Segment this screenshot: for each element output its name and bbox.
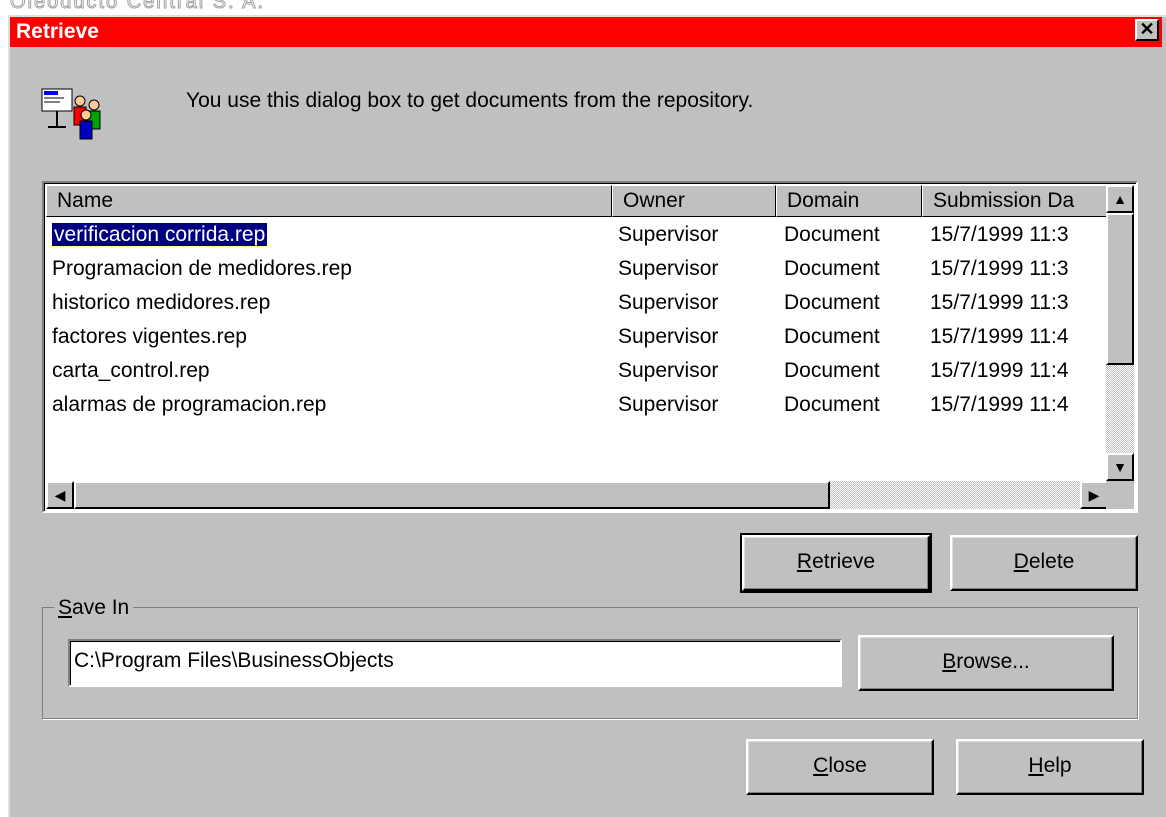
table-row[interactable]: historico medidores.rep Supervisor Docum… (46, 289, 1108, 322)
close-icon: ✕ (1139, 19, 1155, 39)
cell-name: historico medidores.rep (52, 291, 271, 314)
vertical-scrollbar[interactable]: ▲ ▼ (1106, 185, 1134, 481)
dialog-description: You use this dialog box to get documents… (186, 89, 754, 112)
cell-owner: Supervisor (618, 393, 719, 416)
help-label: elp (1043, 754, 1072, 777)
cell-domain: Document (784, 257, 880, 280)
scroll-down-button[interactable]: ▼ (1106, 453, 1134, 481)
column-header-name[interactable]: Name (46, 185, 612, 217)
browse-button[interactable]: Browse... (858, 635, 1114, 691)
cell-owner: Supervisor (618, 223, 719, 246)
cell-domain: Document (784, 359, 880, 382)
column-header-label: Domain (787, 189, 860, 212)
repository-users-icon (41, 88, 101, 140)
vertical-scroll-thumb[interactable] (1106, 213, 1134, 365)
close-label: lose (828, 754, 867, 777)
cell-submission-date: 15/7/1999 11:4 (930, 325, 1069, 348)
delete-button[interactable]: Delete (950, 535, 1138, 591)
column-header-label: Submission Da (933, 189, 1075, 212)
column-header-domain[interactable]: Domain (776, 185, 922, 217)
document-list[interactable]: Name Owner Domain Submission Da verifica… (42, 181, 1138, 513)
list-rows: verificacion corrida.rep Supervisor Docu… (46, 221, 1108, 485)
scrollbar-corner (1106, 481, 1134, 509)
cell-domain: Document (784, 325, 880, 348)
scroll-up-button[interactable]: ▲ (1106, 185, 1134, 213)
cell-submission-date: 15/7/1999 11:4 (930, 359, 1069, 382)
help-button[interactable]: Help (956, 739, 1144, 795)
browse-label: rowse... (956, 650, 1030, 673)
close-accelerator: C (813, 754, 829, 777)
arrow-down-icon: ▼ (1113, 459, 1127, 475)
horizontal-scrollbar[interactable]: ◀ ▶ (46, 481, 1108, 509)
delete-label: elete (1028, 550, 1075, 573)
cell-owner: Supervisor (618, 257, 719, 280)
window-title: Retrieve (16, 20, 99, 43)
table-row[interactable]: verificacion corrida.rep Supervisor Docu… (46, 221, 1108, 254)
retrieve-dialog: Retrieve ✕ You use this dialog box to ge… (8, 15, 1166, 817)
cell-submission-date: 15/7/1999 11:3 (930, 223, 1069, 246)
retrieve-button[interactable]: Retrieve (740, 533, 932, 593)
cell-submission-date: 15/7/1999 11:3 (930, 291, 1069, 314)
horizontal-scroll-thumb[interactable] (74, 481, 830, 509)
table-row[interactable]: carta_control.rep Supervisor Document 15… (46, 357, 1108, 390)
background-window-title: Oleoducto Central S. A. (9, 0, 266, 14)
list-header: Name Owner Domain Submission Da (46, 185, 1108, 217)
arrow-right-icon: ▶ (1088, 487, 1100, 503)
retrieve-accelerator: R (796, 550, 813, 573)
close-window-button[interactable]: ✕ (1135, 19, 1159, 41)
cell-name: factores vigentes.rep (52, 325, 247, 348)
save-path-input[interactable]: C:\Program Files\BusinessObjects (68, 639, 842, 687)
arrow-up-icon: ▲ (1113, 191, 1127, 207)
cell-domain: Document (784, 393, 880, 416)
column-header-label: Name (57, 189, 114, 212)
retrieve-label: etrieve (812, 550, 876, 573)
cell-submission-date: 15/7/1999 11:4 (930, 393, 1069, 416)
cell-name: verificacion corrida.rep (52, 223, 268, 247)
delete-accelerator: D (1013, 550, 1029, 573)
save-in-label-text: ave In (72, 596, 130, 619)
title-bar[interactable]: Retrieve ✕ (10, 17, 1162, 47)
cell-owner: Supervisor (618, 359, 719, 382)
arrow-left-icon: ◀ (54, 487, 66, 503)
cell-submission-date: 15/7/1999 11:3 (930, 257, 1069, 280)
column-header-submission-date[interactable]: Submission Da (922, 185, 1108, 217)
cell-name: alarmas de programacion.rep (52, 393, 327, 416)
cell-name: Programacion de medidores.rep (52, 257, 352, 280)
save-in-accelerator: S (58, 596, 73, 619)
cell-owner: Supervisor (618, 291, 719, 314)
scroll-left-button[interactable]: ◀ (46, 481, 74, 509)
cell-domain: Document (784, 223, 880, 246)
close-button[interactable]: Close (746, 739, 934, 795)
cell-domain: Document (784, 291, 880, 314)
column-header-label: Owner (623, 189, 685, 212)
cell-owner: Supervisor (618, 325, 719, 348)
browse-accelerator: B (942, 650, 957, 673)
table-row[interactable]: alarmas de programacion.rep Supervisor D… (46, 391, 1108, 424)
help-accelerator: H (1028, 754, 1044, 777)
table-row[interactable]: factores vigentes.rep Supervisor Documen… (46, 323, 1108, 356)
table-row[interactable]: Programacion de medidores.rep Supervisor… (46, 255, 1108, 288)
save-in-label: Save In (54, 595, 134, 621)
column-header-owner[interactable]: Owner (612, 185, 776, 217)
cell-name: carta_control.rep (52, 359, 210, 382)
scroll-right-button[interactable]: ▶ (1080, 481, 1108, 509)
